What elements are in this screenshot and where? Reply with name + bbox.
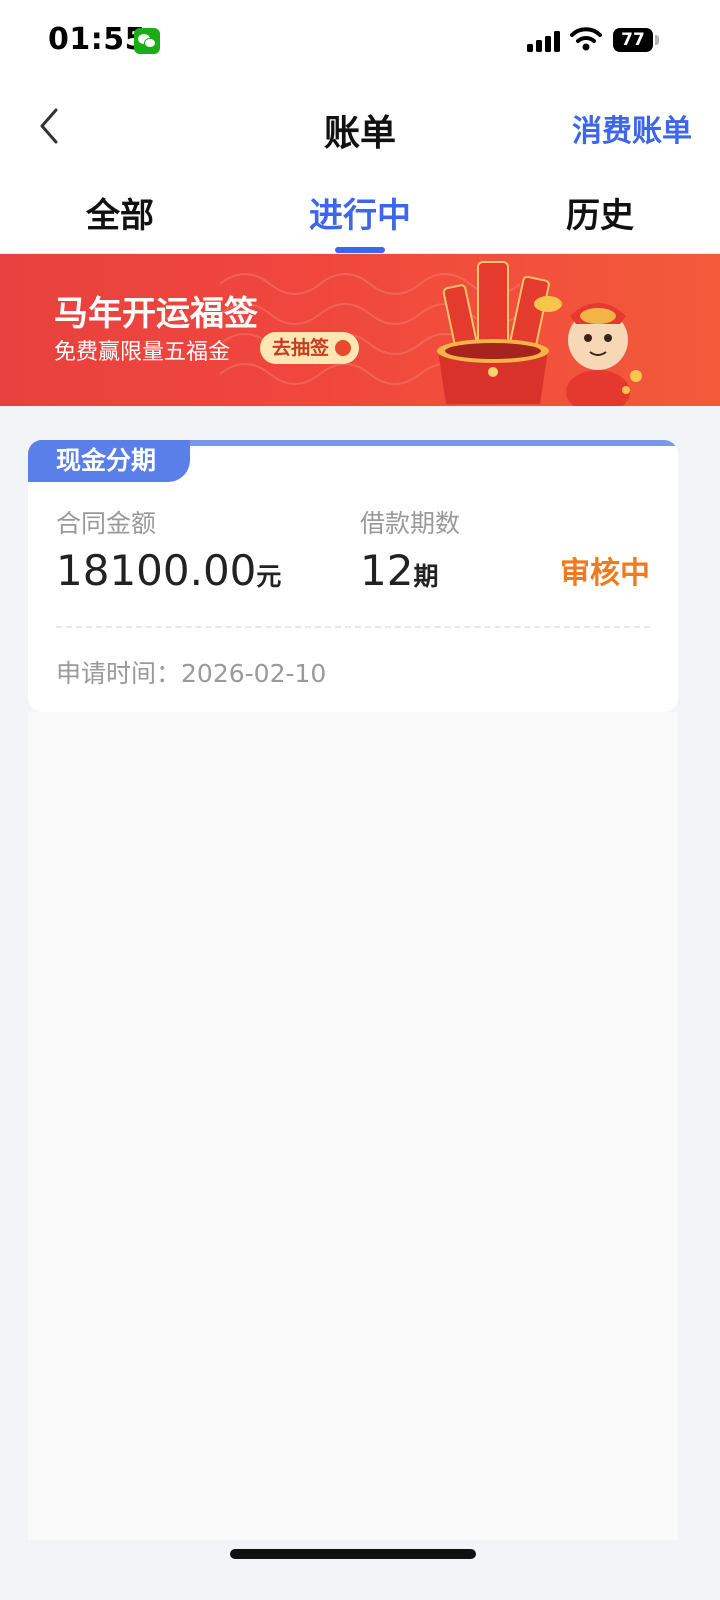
apply-time-label: 申请时间： — [56, 659, 182, 688]
tab-active-indicator — [335, 247, 385, 253]
consumption-bill-link[interactable]: 消费账单 — [572, 106, 692, 150]
wechat-icon — [134, 28, 160, 54]
nav-bar: 账单 消费账单 — [0, 84, 720, 170]
battery-icon: 77 — [613, 28, 653, 52]
fortune-mascot-illustration — [437, 261, 642, 406]
signal-icon — [527, 30, 561, 52]
product-tag: 现金分期 — [28, 440, 190, 482]
dashed-divider — [56, 626, 650, 628]
periods-label: 借款期数 — [360, 509, 461, 538]
amount-unit: 元 — [256, 562, 282, 591]
battery-cap — [655, 35, 659, 45]
home-indicator[interactable] — [230, 1549, 476, 1559]
wifi-icon — [570, 27, 602, 51]
chevron-right-icon — [335, 340, 352, 356]
periods-value: 12期 — [360, 546, 438, 595]
banner-subtitle: 免费赢限量五福金 — [54, 340, 231, 365]
periods-number: 12 — [360, 546, 414, 595]
tab-history[interactable]: 历史 — [500, 188, 700, 237]
tab-all[interactable]: 全部 — [20, 188, 220, 237]
amount-value: 18100.00元 — [56, 546, 281, 595]
tab-in-progress[interactable]: 进行中 — [260, 188, 460, 237]
tab-bar: 全部 进行中 历史 — [0, 170, 720, 254]
empty-list-area — [28, 712, 678, 1540]
promo-banner[interactable]: 马年开运福签 免费赢限量五福金 去抽签 — [0, 254, 720, 406]
draw-lot-button-label: 去抽签 — [272, 337, 330, 359]
periods-unit: 期 — [413, 562, 439, 591]
amount-number: 18100.00 — [56, 546, 257, 595]
status-bar: 01:55 77 — [0, 0, 720, 84]
amount-label: 合同金额 — [56, 509, 157, 538]
status-badge: 审核中 — [560, 556, 650, 591]
clock: 01:55 — [48, 22, 146, 57]
apply-time: 申请时间：2026-02-10 — [56, 654, 326, 690]
loan-card[interactable]: 现金分期 合同金额 18100.00元 借款期数 12期 审核中 申请时间：20… — [28, 440, 678, 712]
draw-lot-button[interactable]: 去抽签 — [260, 332, 360, 364]
apply-time-value: 2026-02-10 — [181, 659, 327, 688]
banner-title: 马年开运福签 — [54, 294, 258, 334]
